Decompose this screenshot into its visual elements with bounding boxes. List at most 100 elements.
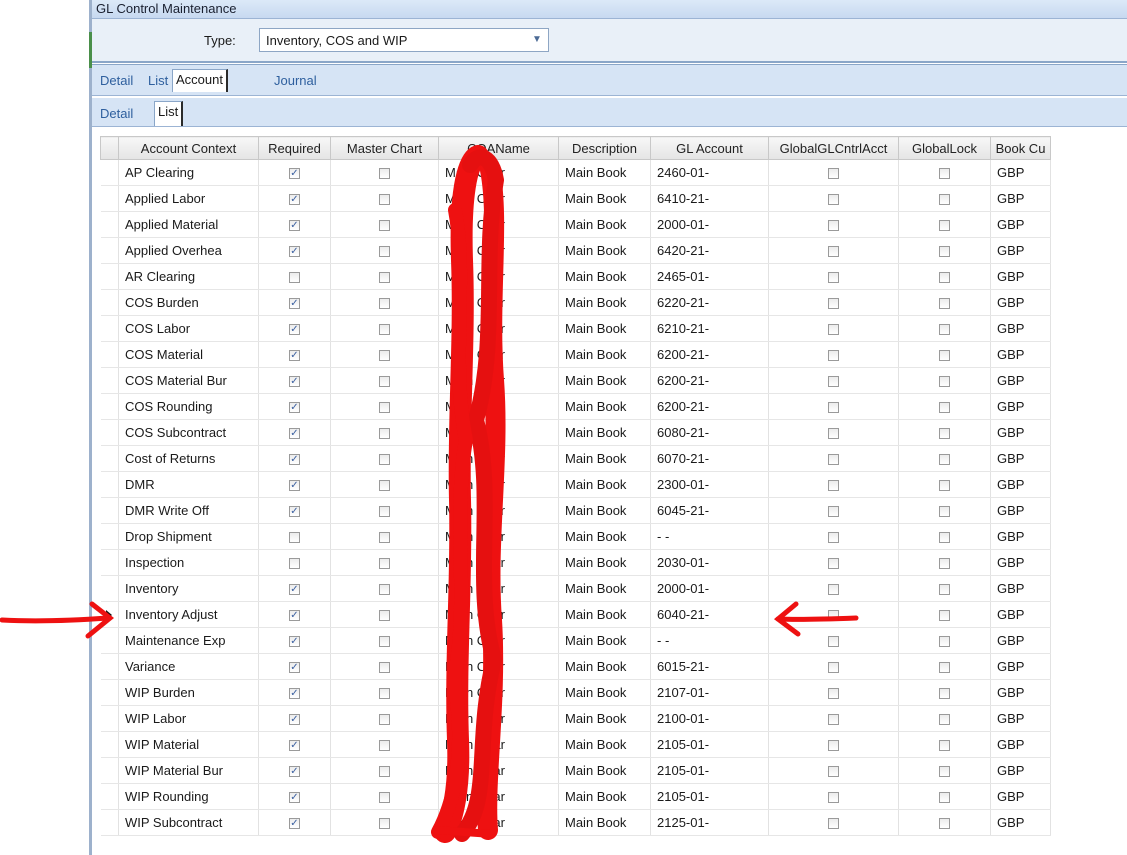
global-lock-checkbox[interactable] (939, 428, 950, 440)
table-row[interactable]: Variance ✓ Main Char Main Book 6015-21- GBP (100, 653, 1051, 680)
cell-account-context[interactable]: DMR Write Off (118, 497, 259, 524)
global-gl-cntrl-acct-checkbox[interactable] (828, 818, 839, 830)
master-chart-checkbox[interactable] (379, 298, 390, 310)
cell-book-currency[interactable]: GBP (990, 679, 1051, 706)
row-selector[interactable] (100, 809, 119, 836)
master-chart-checkbox[interactable] (379, 558, 390, 570)
tab-list[interactable]: List (148, 73, 168, 88)
master-chart-checkbox[interactable] (379, 766, 390, 778)
cell-description[interactable]: Main Book (558, 731, 651, 758)
row-selector[interactable] (100, 419, 119, 446)
global-lock-checkbox[interactable] (939, 662, 950, 674)
cell-book-currency[interactable]: GBP (990, 627, 1051, 654)
cell-account-context[interactable]: Maintenance Exp (118, 627, 259, 654)
cell-book-currency[interactable]: GBP (990, 445, 1051, 472)
cell-description[interactable]: Main Book (558, 341, 651, 368)
cell-coaname[interactable]: Main Char (438, 367, 559, 394)
global-lock-checkbox[interactable] (939, 636, 950, 648)
global-gl-cntrl-acct-checkbox[interactable] (828, 662, 839, 674)
cell-account-context[interactable]: WIP Rounding (118, 783, 259, 810)
cell-gl-account[interactable]: 6080-21- (650, 419, 769, 446)
required-checkbox[interactable]: ✓ (289, 376, 300, 388)
row-selector[interactable] (100, 159, 119, 186)
cell-book-currency[interactable]: GBP (990, 211, 1051, 238)
cell-coaname[interactable]: Main Char (438, 549, 559, 576)
cell-gl-account[interactable]: 6200-21- (650, 367, 769, 394)
subtab-list[interactable]: List (154, 101, 184, 126)
cell-book-currency[interactable]: GBP (990, 705, 1051, 732)
required-checkbox[interactable]: ✓ (289, 714, 300, 726)
global-lock-checkbox[interactable] (939, 454, 950, 466)
cell-description[interactable]: Main Book (558, 627, 651, 654)
cell-coaname[interactable]: Main Char (438, 185, 559, 212)
cell-account-context[interactable]: AP Clearing (118, 159, 259, 186)
global-gl-cntrl-acct-checkbox[interactable] (828, 792, 839, 804)
cell-account-context[interactable]: WIP Material Bur (118, 757, 259, 784)
cell-coaname[interactable]: Main Char (438, 705, 559, 732)
col-header-global-gl-cntrl-acct[interactable]: GlobalGLCntrlAcct (768, 136, 899, 160)
required-checkbox[interactable]: ✓ (289, 220, 300, 232)
cell-coaname[interactable]: Main Char (438, 471, 559, 498)
row-selector[interactable] (100, 705, 119, 732)
global-gl-cntrl-acct-checkbox[interactable] (828, 636, 839, 648)
global-lock-checkbox[interactable] (939, 272, 950, 284)
master-chart-checkbox[interactable] (379, 584, 390, 596)
required-checkbox[interactable]: ✓ (289, 740, 300, 752)
required-checkbox[interactable]: ✓ (289, 766, 300, 778)
required-checkbox[interactable]: ✓ (289, 610, 300, 622)
master-chart-checkbox[interactable] (379, 454, 390, 466)
global-lock-checkbox[interactable] (939, 376, 950, 388)
cell-book-currency[interactable]: GBP (990, 367, 1051, 394)
required-checkbox[interactable]: ✓ (289, 506, 300, 518)
cell-description[interactable]: Main Book (558, 679, 651, 706)
required-checkbox[interactable]: ✓ (289, 584, 300, 596)
global-lock-checkbox[interactable] (939, 350, 950, 362)
cell-gl-account[interactable]: 2105-01- (650, 731, 769, 758)
cell-gl-account[interactable]: 6045-21- (650, 497, 769, 524)
tab-account[interactable]: Account (172, 69, 228, 92)
col-header-global-lock[interactable]: GlobalLock (898, 136, 991, 160)
row-selector[interactable] (100, 549, 119, 576)
required-checkbox[interactable]: ✓ (289, 688, 300, 700)
cell-gl-account[interactable]: 6200-21- (650, 341, 769, 368)
global-gl-cntrl-acct-checkbox[interactable] (828, 402, 839, 414)
table-row[interactable]: Inventory ✓ Main Char Main Book 2000-01- GBP (100, 575, 1051, 602)
master-chart-checkbox[interactable] (379, 662, 390, 674)
master-chart-checkbox[interactable] (379, 194, 390, 206)
cell-coaname[interactable]: Main Char (438, 393, 559, 420)
cell-coaname[interactable]: Main Char (438, 419, 559, 446)
table-row[interactable]: Maintenance Exp ✓ Main Char Main Book - - GBP (100, 627, 1051, 654)
cell-description[interactable]: Main Book (558, 575, 651, 602)
required-checkbox[interactable] (289, 532, 300, 544)
master-chart-checkbox[interactable] (379, 428, 390, 440)
required-checkbox[interactable]: ✓ (289, 818, 300, 830)
table-row[interactable]: WIP Rounding ✓ Main Char Main Book 2105-01- G… (100, 783, 1051, 810)
global-gl-cntrl-acct-checkbox[interactable] (828, 688, 839, 700)
cell-description[interactable]: Main Book (558, 237, 651, 264)
row-selector[interactable] (100, 393, 119, 420)
chevron-down-icon[interactable]: ▼ (530, 33, 544, 47)
master-chart-checkbox[interactable] (379, 610, 390, 622)
global-lock-checkbox[interactable] (939, 792, 950, 804)
col-header-coaname[interactable]: COAName (438, 136, 559, 160)
cell-coaname[interactable]: Main Char (438, 159, 559, 186)
global-gl-cntrl-acct-checkbox[interactable] (828, 298, 839, 310)
col-header-gl-account[interactable]: GL Account (650, 136, 769, 160)
cell-description[interactable]: Main Book (558, 263, 651, 290)
table-row[interactable]: WIP Subcontract ✓ Main Char Main Book 2125-0… (100, 809, 1051, 836)
table-row[interactable]: DMR ✓ Main Char Main Book 2300-01- GBP (100, 471, 1051, 498)
master-chart-checkbox[interactable] (379, 168, 390, 180)
table-row[interactable]: Cost of Returns ✓ Main Char Main Book 6070-2… (100, 445, 1051, 472)
required-checkbox[interactable]: ✓ (289, 194, 300, 206)
master-chart-checkbox[interactable] (379, 714, 390, 726)
master-chart-checkbox[interactable] (379, 818, 390, 830)
master-chart-checkbox[interactable] (379, 636, 390, 648)
cell-gl-account[interactable]: 2105-01- (650, 783, 769, 810)
global-lock-checkbox[interactable] (939, 194, 950, 206)
global-gl-cntrl-acct-checkbox[interactable] (828, 532, 839, 544)
required-checkbox[interactable]: ✓ (289, 428, 300, 440)
table-row[interactable]: WIP Labor ✓ Main Char Main Book 2100-01- GBP (100, 705, 1051, 732)
cell-book-currency[interactable]: GBP (990, 549, 1051, 576)
table-row[interactable]: Applied Labor ✓ Main Char Main Book 6410-21-… (100, 185, 1051, 212)
master-chart-checkbox[interactable] (379, 532, 390, 544)
